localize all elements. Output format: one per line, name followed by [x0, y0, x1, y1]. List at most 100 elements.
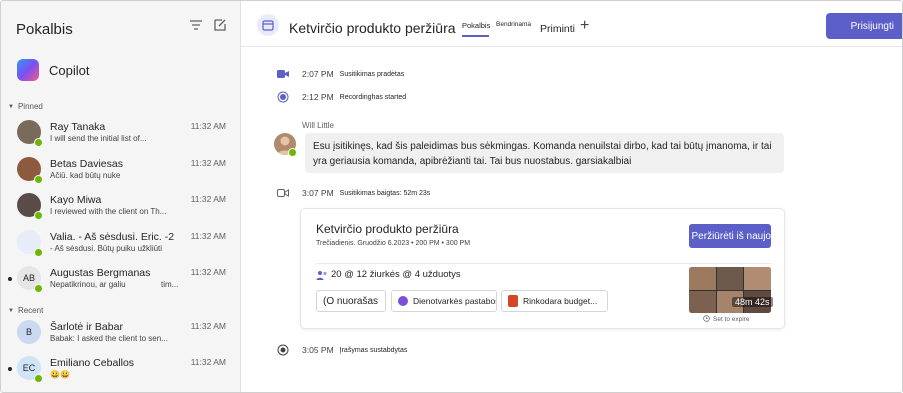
presence-available-icon	[34, 284, 43, 293]
tab-recap[interactable]: Priminti	[540, 23, 575, 35]
recent-label: Recent	[17, 306, 44, 315]
copilot-label: Copilot	[49, 62, 90, 78]
meeting-header: Ketvirčio produkto peržiūra Pokalbis Ben…	[241, 1, 902, 47]
new-chat-icon[interactable]	[212, 17, 228, 33]
event-recording-started: 2:12 PM Recordinghas started	[277, 91, 406, 103]
presence-available-icon	[34, 138, 43, 147]
chat-list-item[interactable]: Valia. - Aš sėsdusi. Eric. -2- Aš sėsdus…	[1, 227, 241, 263]
chat-preview: I reviewed with the client on Th...	[50, 207, 167, 216]
chat-list-item[interactable]: EC Emiliano Ceballos 😀😀 11:32 AM	[1, 353, 241, 389]
pinned-label: Pinned	[17, 102, 43, 111]
caret-down-icon: ▼	[8, 103, 14, 110]
chat-preview: I will send the initial list of...	[50, 134, 147, 143]
active-tab-indicator	[462, 35, 489, 37]
clock-icon	[703, 315, 710, 324]
people-icon	[316, 270, 328, 280]
chat-time: 11:32 AM	[190, 121, 226, 131]
sidebar-title: Pokalbis	[16, 21, 73, 38]
teams-window: Pokalbis Copilot ▼ Pinned Ray Tanaka I wi…	[0, 0, 903, 393]
presence-available-icon	[288, 148, 297, 157]
video-outline-icon	[277, 187, 289, 199]
calendar-icon	[257, 14, 279, 36]
chat-name: Šarlotė ir Babar	[50, 321, 123, 333]
meeting-title: Ketvirčio produkto peržiūra	[289, 20, 456, 36]
chat-list-item[interactable]: B Šarlotė ir Babar Babak: I asked the clie…	[1, 317, 241, 353]
chat-time: 11:32 AM	[190, 321, 226, 331]
chip-label: Dienotvarkės pastabos	[413, 296, 497, 306]
event-time: 3:07 PM	[302, 188, 334, 198]
tab-shared[interactable]: Bendrinama	[496, 21, 531, 28]
chat-preview: Babak: I asked the client to sen...	[50, 334, 168, 343]
event-meeting-ended: 3:07 PM Susitikimas baigtas: 52m 23s	[277, 187, 430, 199]
expire-text: Set to expire	[713, 316, 750, 323]
card-datetime: Trečiadienis. Gruodžio 6.2023 • 200 PM •…	[316, 240, 471, 247]
add-tab-icon[interactable]: +	[580, 17, 589, 35]
avatar-initials: B	[25, 327, 32, 337]
chat-list-item[interactable]: Kayo Miwa I reviewed with the client on T…	[1, 190, 241, 226]
chat-preview: 😀😀	[50, 370, 70, 379]
meeting-recap-card: Ketvirčio produkto peržiūra Trečiadienis…	[300, 208, 785, 329]
record-stop-icon	[277, 344, 289, 356]
chat-name: Emiliano Ceballos	[50, 357, 135, 369]
expiry-note: Set to expire	[703, 315, 750, 324]
unread-dot	[8, 367, 12, 371]
filter-icon[interactable]	[188, 17, 204, 33]
presence-available-icon	[34, 211, 43, 220]
video-icon	[277, 68, 289, 80]
chat-preview-end: tim...	[161, 280, 179, 289]
chat-time: 11:32 AM	[190, 157, 226, 168]
recent-section-header[interactable]: ▼ Recent	[8, 306, 43, 315]
event-time: 3:05 PM	[302, 345, 334, 355]
presence-available-icon	[34, 247, 43, 257]
powerpoint-icon	[508, 295, 518, 307]
record-icon	[277, 91, 289, 103]
recording-duration: 48m 42s	[732, 297, 773, 307]
chat-list-item[interactable]: AB Augustas Bergmanas Nepatikrinou, ar gal…	[1, 263, 241, 299]
event-meeting-started: 2:07 PM Susitikimas pradėtas	[277, 68, 404, 80]
chat-preview: - Aš sėsdusi. Būtų puiku užkliūti	[50, 243, 163, 253]
chat-name: Betas Daviesas	[50, 157, 123, 170]
chip-label: (O nuorašas	[323, 295, 379, 307]
message-sender: Will Little	[302, 121, 335, 130]
chat-pane: 2:07 PM Susitikimas pradėtas 2:12 PM Rec…	[242, 48, 902, 392]
agenda-notes-chip[interactable]: Dienotvarkės pastabos	[391, 290, 497, 312]
card-title: Ketvirčio produkto peržiūra	[316, 222, 459, 236]
event-text: Susitikimas baigtas: 52m 23s	[339, 189, 431, 197]
chat-name: Kayo Miwa	[50, 194, 102, 206]
chat-sidebar: Pokalbis Copilot ▼ Pinned Ray Tanaka I wi…	[1, 1, 241, 392]
tab-chat[interactable]: Pokalbis	[462, 21, 490, 30]
event-text: Recordinghas started	[339, 93, 407, 101]
chat-preview: Ačiū. kad būtų nuke	[50, 170, 121, 180]
chat-list-item[interactable]: Betas Daviesas Ačiū. kad būtų nuke 11:32 A…	[1, 154, 241, 190]
chat-time: 11:32 AM	[190, 230, 226, 241]
avatar-initials: AB	[22, 273, 35, 283]
divider	[316, 263, 771, 264]
presence-available-icon	[34, 374, 43, 383]
card-stats-text: 20 @ 12 žiurkės @ 4 užduotys	[331, 269, 461, 280]
view-recap-button[interactable]: Peržiūrėti iš naujo	[689, 224, 771, 248]
event-time: 2:12 PM	[302, 92, 334, 102]
chat-name: Valia. - Aš sėsdusi. Eric. -2	[50, 230, 175, 243]
card-stats: 20 @ 12 žiurkės @ 4 užduotys	[316, 269, 461, 280]
message-bubble[interactable]: Esu įsitikinęs, kad šis paleidimas bus s…	[305, 133, 784, 173]
marketing-budget-chip[interactable]: Rinkodara budget...	[501, 290, 608, 312]
event-text: Įrašymas sustabdytas	[339, 346, 408, 354]
chat-name: Augustas Bergmanas	[50, 267, 151, 279]
caret-down-icon: ▼	[8, 307, 14, 314]
loop-icon	[398, 296, 408, 306]
avatar-initials: EC	[22, 363, 36, 373]
unread-dot	[8, 277, 12, 281]
chat-list-item[interactable]: Ray Tanaka I will send the initial list o…	[1, 117, 241, 153]
chat-time: 11:32 AM	[190, 267, 226, 277]
chat-time: 11:32 AM	[190, 194, 226, 204]
avatar: B	[17, 320, 41, 344]
join-button[interactable]: Prisijungti	[826, 13, 902, 39]
chat-name: Ray Tanaka	[50, 121, 106, 133]
event-time: 2:07 PM	[302, 69, 334, 79]
chip-label: Rinkodara budget...	[523, 296, 598, 306]
transcript-chip[interactable]: (O nuorašas	[316, 290, 386, 312]
copilot-icon	[17, 59, 39, 81]
copilot-item[interactable]: Copilot	[17, 59, 89, 81]
chat-time: 11:32 AM	[190, 357, 226, 367]
pinned-section-header[interactable]: ▼ Pinned	[8, 102, 43, 111]
